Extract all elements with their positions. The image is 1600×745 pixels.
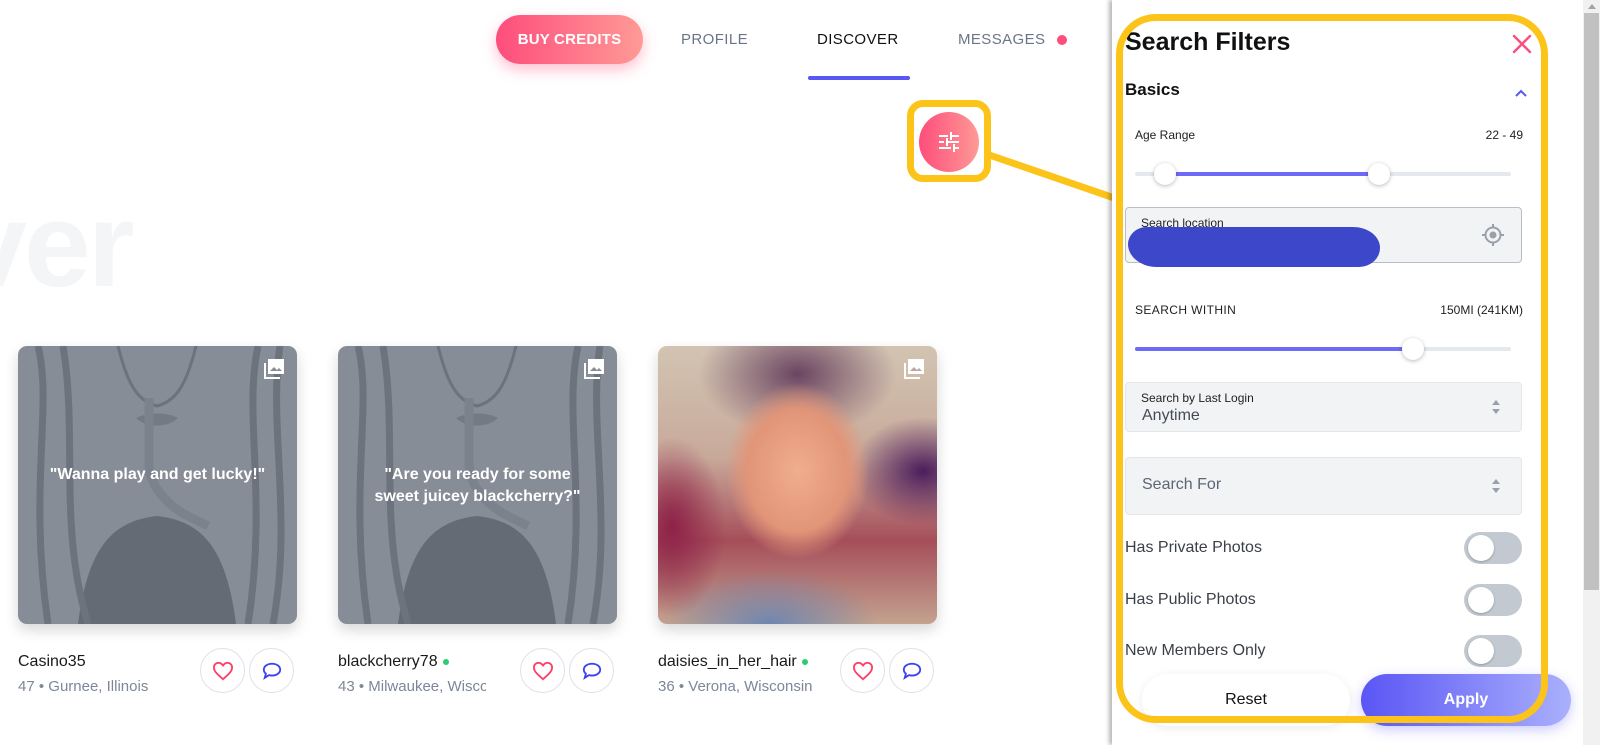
profile-username[interactable]: daisies_in_her_hair	[658, 653, 818, 671]
search-for-placeholder: Search For	[1142, 476, 1222, 493]
private-photos-label: Has Private Photos	[1125, 539, 1262, 556]
messages-notification-dot	[1057, 35, 1067, 45]
like-button[interactable]	[520, 648, 565, 693]
distance-handle[interactable]	[1402, 338, 1425, 360]
search-within-value: 150MI (241KM)	[1440, 303, 1523, 317]
gallery-icon	[264, 359, 284, 379]
scroll-up-arrow-icon	[1587, 4, 1596, 9]
public-photos-toggle[interactable]	[1464, 584, 1522, 616]
age-min-handle[interactable]	[1154, 163, 1177, 185]
apply-button[interactable]: Apply	[1361, 674, 1571, 726]
age-range-fill	[1165, 172, 1380, 176]
heart-icon	[532, 661, 553, 680]
private-photos-toggle[interactable]	[1464, 532, 1522, 564]
profile-caption: "Wanna play and get lucky!"	[49, 466, 266, 483]
message-button[interactable]	[569, 648, 614, 693]
highlight-connector-line	[983, 150, 1128, 206]
age-range-slider[interactable]	[1135, 163, 1511, 185]
panel-title: Search Filters	[1125, 28, 1291, 56]
profile-card: "Wanna play and get lucky!" Casino35 47 …	[18, 346, 297, 695]
new-members-label: New Members Only	[1125, 642, 1266, 659]
toggle-knob	[1468, 535, 1494, 561]
distance-slider[interactable]	[1135, 338, 1511, 360]
open-filters-button[interactable]	[919, 112, 979, 172]
profile-age-location: 47 • Gurnee, Illinois	[18, 678, 149, 695]
heart-icon	[212, 661, 233, 680]
search-within-label: SEARCH WITHIN	[1135, 303, 1237, 317]
online-status-dot	[801, 659, 808, 665]
new-members-toggle[interactable]	[1464, 635, 1522, 667]
nav-link-messages[interactable]: MESSAGES	[958, 31, 1045, 48]
profile-age-location: 43 • Milwaukee, Wisconsin	[338, 678, 486, 695]
chat-bubble-icon	[902, 662, 921, 680]
profile-photo[interactable]: "Wanna play and get lucky!"	[18, 346, 297, 624]
app-root: BUY CREDITS PROFILE DISCOVER MESSAGES ov…	[0, 0, 1600, 745]
scrollbar-thumb[interactable]	[1584, 13, 1599, 590]
toggle-knob	[1468, 638, 1494, 664]
close-icon[interactable]	[1511, 33, 1533, 55]
like-button[interactable]	[840, 648, 885, 693]
search-for-select[interactable]: Search For	[1125, 457, 1522, 515]
message-button[interactable]	[249, 648, 294, 693]
age-range-label: Age Range	[1135, 128, 1196, 142]
toggle-knob	[1468, 587, 1494, 613]
public-photos-label: Has Public Photos	[1125, 591, 1256, 608]
crosshair-location-icon[interactable]	[1481, 223, 1505, 247]
gallery-icon	[904, 359, 924, 379]
redacted-location-value	[1128, 227, 1380, 267]
profile-card: daisies_in_her_hair 36 • Verona, Wiscons…	[658, 346, 937, 695]
buy-credits-button[interactable]: BUY CREDITS	[496, 15, 643, 64]
like-button[interactable]	[200, 648, 245, 693]
distance-fill	[1135, 347, 1414, 351]
scroll-up-button[interactable]	[1583, 0, 1600, 13]
chevron-up-icon[interactable]	[1513, 87, 1529, 99]
nav-link-discover[interactable]: DISCOVER	[817, 31, 899, 48]
profile-photo[interactable]: "Are you ready for some sweet juicey bla…	[338, 346, 617, 624]
section-title-basics: Basics	[1125, 80, 1180, 99]
vertical-scrollbar[interactable]	[1583, 0, 1600, 745]
toggle-row-public-photos: Has Public Photos	[1125, 584, 1522, 618]
profile-username[interactable]: blackcherry78	[338, 653, 523, 671]
last-login-label: Search by Last Login	[1141, 391, 1254, 405]
active-tab-indicator	[808, 76, 910, 80]
chat-bubble-icon	[582, 662, 601, 680]
age-max-handle[interactable]	[1368, 163, 1391, 185]
chat-bubble-icon	[262, 662, 281, 680]
online-status-dot	[442, 659, 449, 665]
gallery-icon	[584, 359, 604, 379]
toggle-row-new-members: New Members Only	[1125, 635, 1522, 669]
reset-button[interactable]: Reset	[1142, 674, 1350, 726]
select-arrows-icon	[1492, 400, 1500, 414]
sliders-icon	[939, 132, 959, 152]
profile-age-location: 36 • Verona, Wisconsin	[658, 678, 813, 695]
top-nav: BUY CREDITS PROFILE DISCOVER MESSAGES	[0, 0, 1112, 90]
page-background-title: over	[0, 178, 134, 312]
nav-link-profile[interactable]: PROFILE	[681, 31, 748, 48]
message-button[interactable]	[889, 648, 934, 693]
profile-photo[interactable]	[658, 346, 937, 624]
location-field[interactable]: Search location	[1125, 207, 1522, 267]
profile-caption: "Are you ready for some sweet juicey bla…	[374, 466, 581, 505]
heart-icon	[852, 661, 873, 680]
search-filters-panel: Search Filters Basics Age Range 22 - 49 …	[1112, 0, 1600, 745]
select-arrows-icon	[1492, 479, 1500, 493]
profile-card: "Are you ready for some sweet juicey bla…	[338, 346, 617, 695]
last-login-select[interactable]: Search by Last Login Anytime	[1125, 382, 1522, 432]
last-login-value: Anytime	[1142, 407, 1200, 424]
profile-username[interactable]: Casino35	[18, 653, 203, 671]
toggle-row-private-photos: Has Private Photos	[1125, 532, 1522, 566]
age-range-value: 22 - 49	[1485, 128, 1523, 142]
